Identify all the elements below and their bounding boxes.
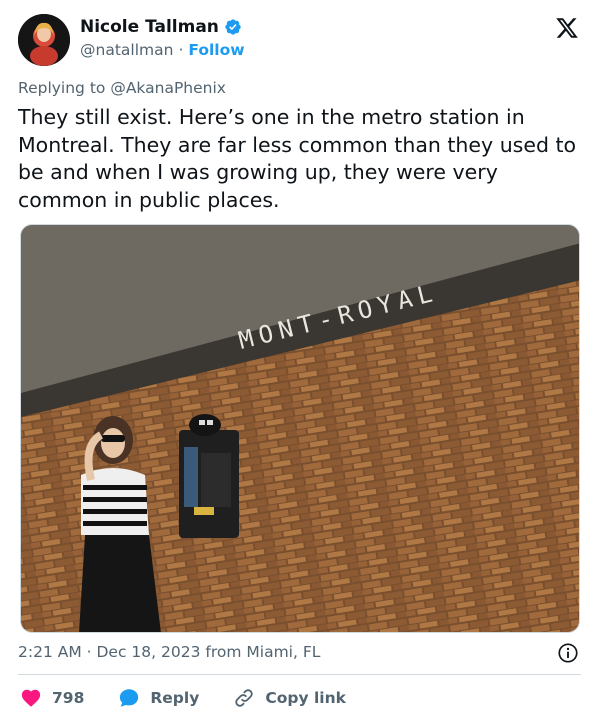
author-handle[interactable]: @natallman [80, 41, 173, 59]
meta-separator: · [81, 643, 97, 661]
payphone [179, 414, 239, 538]
tweet-time[interactable]: 2:21 AM [18, 643, 82, 661]
replying-to-prefix: Replying to [18, 79, 111, 97]
follow-button[interactable]: Follow [188, 41, 244, 59]
like-count: 798 [52, 689, 85, 707]
tweet-location: Miami, FL [246, 643, 321, 661]
action-bar: 798 Reply Copy link [20, 686, 380, 710]
tweet-text: They still exist. Here’s one in the metr… [18, 105, 577, 212]
tweet-header: Nicole Tallman @natallman · Follow [18, 14, 583, 66]
like-button[interactable]: 798 [20, 687, 84, 709]
copy-link-label: Copy link [265, 689, 346, 707]
location-prefix: from [200, 643, 247, 661]
avatar[interactable] [18, 14, 70, 66]
reply-bubble-icon [120, 689, 139, 707]
x-logo-icon[interactable] [555, 16, 579, 40]
tweet-date[interactable]: Dec 18, 2023 [97, 643, 201, 661]
handle-separator: · [178, 41, 184, 59]
reply-label: Reply [150, 689, 200, 707]
tweet-meta: 2:21 AM · Dec 18, 2023 from Miami, FL [18, 643, 320, 661]
link-icon [235, 689, 254, 707]
info-icon[interactable] [557, 642, 579, 664]
replying-to: Replying to @AkanaPhenix [18, 79, 226, 97]
divider [18, 674, 581, 675]
tweet-photo[interactable]: MONT-ROYAL [20, 224, 580, 633]
author-name[interactable]: Nicole Tallman [80, 17, 219, 37]
reply-mention-link[interactable]: @AkanaPhenix [110, 79, 226, 97]
reply-button[interactable]: Reply [118, 687, 199, 709]
verified-badge-icon [225, 19, 241, 35]
heart-icon [21, 689, 41, 707]
copy-link-button[interactable]: Copy link [233, 687, 346, 709]
